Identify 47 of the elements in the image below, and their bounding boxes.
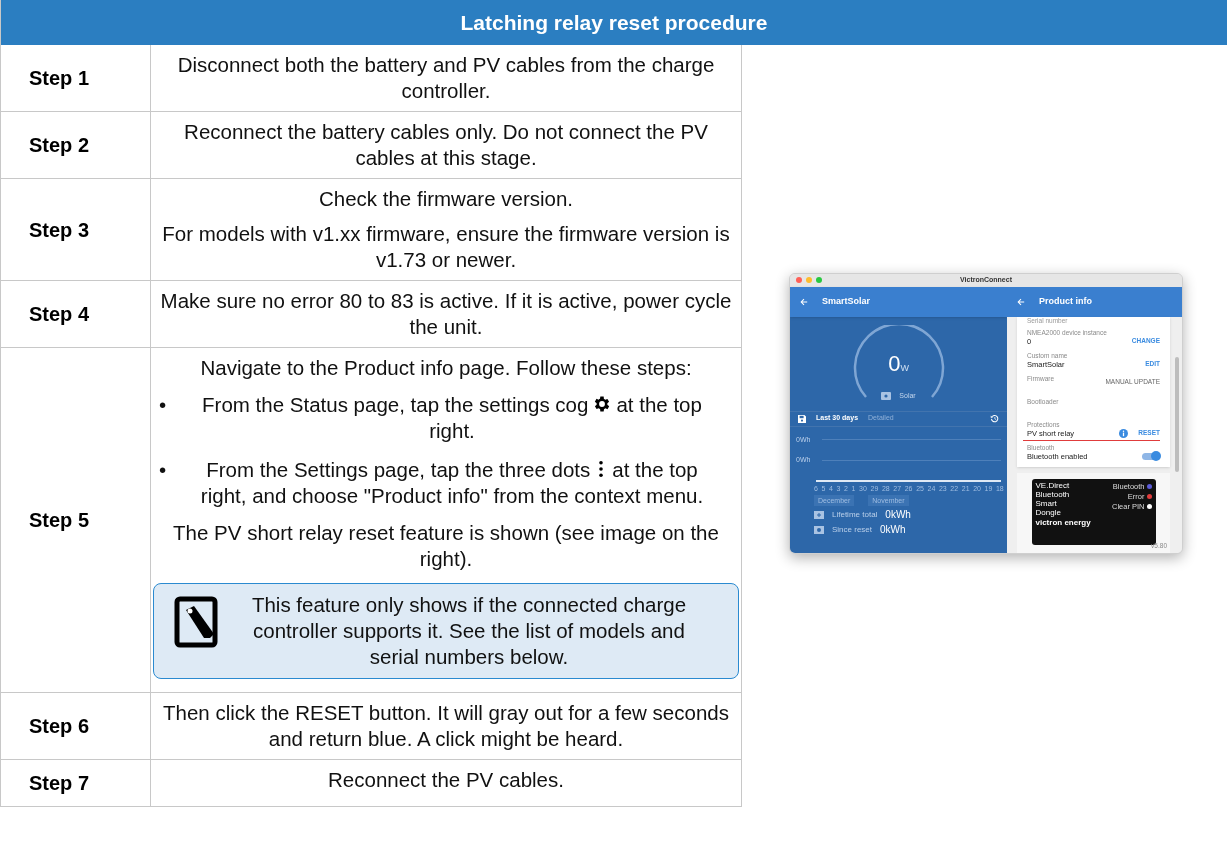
bullet: •	[159, 457, 168, 483]
total-label: Since reset	[832, 524, 873, 535]
total-value: 0kWh	[880, 523, 906, 536]
power-unit: W	[900, 362, 909, 375]
step-label: Step 5	[29, 508, 90, 533]
brand-text: victron energy	[1035, 517, 1092, 528]
back-arrow-icon	[800, 297, 808, 306]
total-label: Lifetime total	[832, 509, 878, 520]
step-text: Disconnect both the battery and PV cables from the charge controller.	[176, 52, 716, 104]
step-text: Navigate to the Product info page. Follow these steps:	[199, 355, 693, 381]
back-arrow-icon	[1017, 297, 1025, 306]
step-text: From the Settings page, tap the three dots at the top right, and choose "Product info" from the context menu.	[199, 457, 705, 509]
window-controls-icon	[795, 276, 825, 284]
step-text: The PV short relay reset feature is shown (see image on the right).	[172, 520, 720, 572]
history-icon	[990, 414, 999, 423]
dongle-text: VE.Direct	[1035, 480, 1070, 490]
solar-icon	[881, 391, 892, 400]
screen-title: Product info	[1039, 294, 1092, 308]
step-text: Make sure no error 80 to 83 is active. If it is active, power cycle the unit.	[159, 288, 733, 340]
total-value: 0kWh	[885, 508, 911, 521]
bullet: •	[159, 392, 168, 418]
step-label: Step 3	[29, 217, 90, 243]
save-icon	[798, 414, 806, 423]
table-header: Latching relay reset procedure	[1, 0, 1227, 45]
step-label: Step 7	[29, 771, 90, 796]
step-label: Step 1	[29, 66, 90, 91]
step-text: From the Status page, tap the settings cog at the top right.	[201, 392, 703, 444]
dongle-text: Bluetooth	[1035, 489, 1070, 499]
step-label: Step 6	[29, 714, 90, 739]
step-text: Reconnect the PV cables.	[327, 767, 565, 793]
battery-icon	[814, 510, 824, 519]
step-label: Step 4	[29, 302, 90, 327]
step-text: Then click the RESET button. It will gray out for a few seconds and return blue. A click might be heard.	[162, 700, 730, 752]
step-label: Step 2	[29, 133, 90, 158]
more-icon	[598, 460, 605, 478]
step-text: Reconnect the battery cables only. Do not connect the PV cables at this stage.	[183, 119, 709, 171]
dongle-text: Dongle	[1035, 507, 1062, 517]
info-icon	[1119, 428, 1129, 438]
note-text: This feature only shows if the connected charge controller supports it. See the list of models and serial numbers below.	[250, 592, 688, 670]
screen-title: SmartSolar	[822, 294, 871, 308]
toggle-switch[interactable]	[1142, 452, 1160, 460]
power-value: 0	[888, 352, 901, 375]
step-text: For models with v1.xx firmware, ensure the firmware version is v1.73 or newer.	[161, 221, 731, 273]
dongle-text: Smart	[1035, 498, 1058, 508]
step-text: Check the firmware version.	[317, 186, 575, 212]
panel-icon	[814, 525, 824, 534]
note-icon	[174, 596, 220, 648]
